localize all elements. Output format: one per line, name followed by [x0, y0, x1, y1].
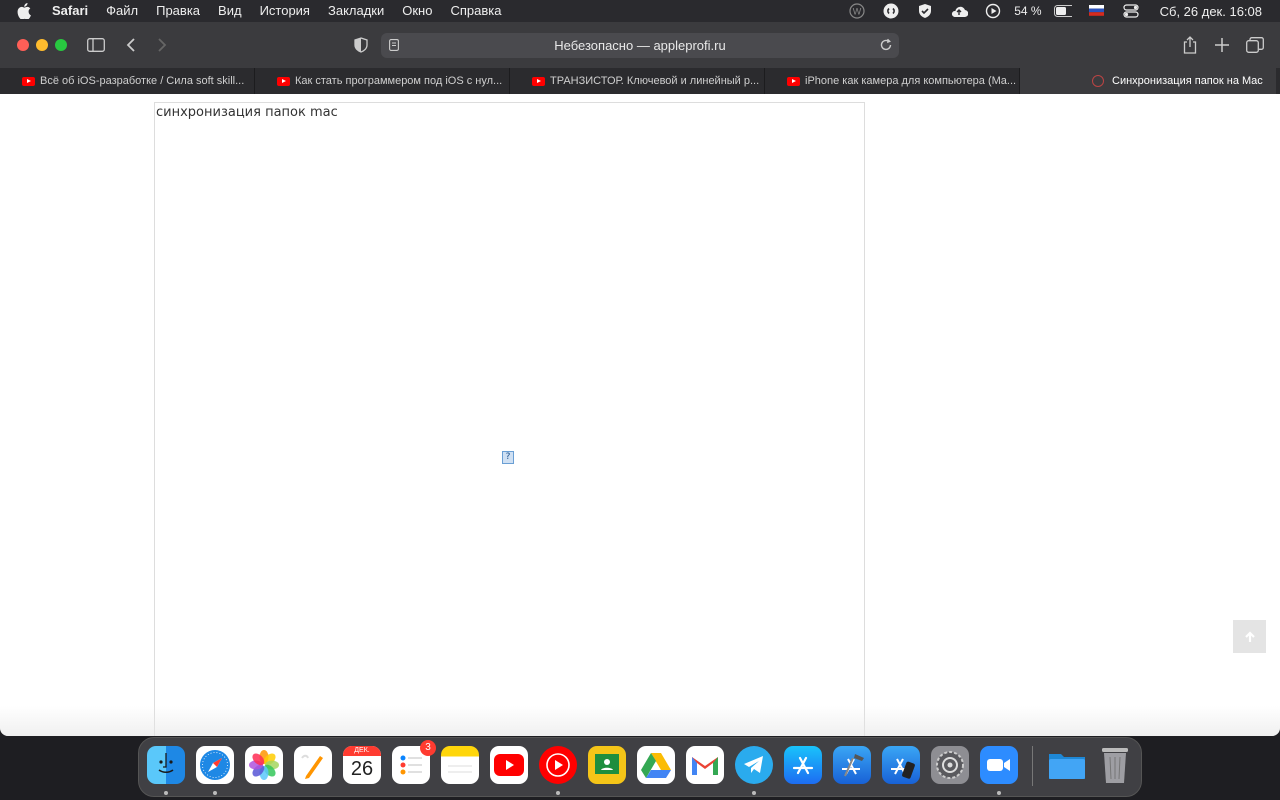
youtube-icon [22, 76, 35, 86]
running-indicator [752, 791, 756, 795]
calendar-day: 26 [350, 758, 374, 780]
tab-title: iPhone как камера для компьютера (Ma... [805, 75, 1017, 87]
menu-app-name[interactable]: Safari [43, 0, 97, 22]
trash-icon[interactable] [1096, 746, 1134, 784]
address-bar[interactable]: Небезопасно — appleprofi.ru [381, 33, 899, 58]
dock: ДЕК. 26 3 [138, 737, 1142, 797]
calendar-month: ДЕК. [343, 746, 381, 756]
running-indicator [213, 791, 217, 795]
app-store-icon[interactable] [784, 746, 822, 784]
youtube-icon [277, 76, 290, 86]
minimize-window-button[interactable] [36, 39, 48, 51]
tab-bar: Всё об iOS-разработке / Сила soft skill.… [0, 68, 1280, 94]
battery-icon[interactable] [1053, 3, 1072, 19]
notes-icon[interactable] [441, 746, 479, 784]
battery-percent: 54 % [1014, 4, 1042, 18]
tab-overview-icon[interactable] [1243, 34, 1267, 56]
w-icon[interactable]: W [848, 3, 866, 19]
control-center-icon[interactable] [1122, 3, 1140, 19]
youtube-app-icon[interactable] [490, 746, 528, 784]
xcode-icon[interactable] [833, 746, 871, 784]
pages-icon[interactable] [294, 746, 332, 784]
tab-title: Как стать программером под iOS с нул... [295, 75, 503, 87]
tab-1[interactable]: Всё об iOS-разработке / Сила soft skill.… [0, 68, 255, 94]
zoom-icon[interactable] [980, 746, 1018, 784]
arrow-up-icon [1244, 630, 1255, 642]
youtube-icon [787, 76, 800, 86]
bottom-shade [0, 706, 1280, 736]
tab-2[interactable]: Как стать программером под iOS с нул... [255, 68, 510, 94]
menu-bar: Safari Файл Правка Вид История Закладки … [0, 0, 1280, 22]
broken-image-icon: ? [502, 451, 514, 464]
photos-icon[interactable] [245, 746, 283, 784]
forward-icon[interactable] [150, 34, 174, 56]
tab-title: Синхронизация папок на Mac [1112, 75, 1263, 87]
menubar-clock[interactable]: Сб, 26 дек. 16:08 [1160, 4, 1262, 19]
calendar-icon[interactable]: ДЕК. 26 [343, 746, 381, 784]
youtube-icon [532, 76, 545, 86]
reminders-icon[interactable]: 3 [392, 740, 436, 784]
downloads-folder-icon[interactable] [1047, 746, 1085, 784]
page-settings-icon[interactable] [389, 39, 399, 54]
safari-toolbar: Небезопасно — appleprofi.ru [0, 22, 1280, 68]
svg-text:W: W [853, 7, 862, 17]
menu-view[interactable]: Вид [209, 0, 251, 22]
google-classroom-icon[interactable] [588, 746, 626, 784]
cloud-upload-icon[interactable] [950, 3, 969, 19]
menu-edit[interactable]: Правка [147, 0, 209, 22]
menu-help[interactable]: Справка [441, 0, 510, 22]
reload-icon[interactable] [879, 38, 893, 55]
flag-ru-icon[interactable] [1088, 3, 1106, 19]
tab-3[interactable]: ТРАНЗИСТОР. Ключевой и линейный р... [510, 68, 765, 94]
finder-icon[interactable] [147, 746, 185, 784]
web-content: синхронизация папок mac ? [0, 94, 1280, 736]
sidebar-toggle-icon[interactable] [84, 34, 108, 56]
address-text: Небезопасно — appleprofi.ru [554, 38, 726, 53]
running-indicator [164, 791, 168, 795]
simulator-icon[interactable] [882, 746, 920, 784]
tab-title: Всё об iOS-разработке / Сила soft skill.… [40, 75, 245, 87]
shazam-icon[interactable] [882, 3, 900, 19]
new-tab-icon[interactable] [1210, 34, 1234, 56]
menu-history[interactable]: История [251, 0, 319, 22]
system-preferences-icon[interactable] [931, 746, 969, 784]
site-favicon-icon [1092, 75, 1104, 87]
menu-file[interactable]: Файл [97, 0, 147, 22]
gmail-icon[interactable] [686, 746, 724, 784]
tab-4[interactable]: iPhone как камера для компьютера (Ma... [765, 68, 1020, 94]
tab-5-active[interactable]: Синхронизация папок на Mac [1020, 68, 1276, 94]
running-indicator [997, 791, 1001, 795]
tab-title: ТРАНЗИСТОР. Ключевой и линейный р... [550, 75, 760, 87]
youtube-music-icon[interactable] [539, 746, 577, 784]
page-heading: синхронизация папок mac [156, 105, 338, 120]
telegram-icon[interactable] [735, 746, 773, 784]
share-icon[interactable] [1178, 34, 1202, 56]
close-window-button[interactable] [17, 39, 29, 51]
back-icon[interactable] [119, 34, 143, 56]
scroll-to-top-button[interactable] [1233, 620, 1266, 653]
play-circle-icon[interactable] [984, 3, 1002, 19]
google-drive-icon[interactable] [637, 746, 675, 784]
zoom-window-button[interactable] [55, 39, 67, 51]
menu-bookmarks[interactable]: Закладки [319, 0, 393, 22]
page-container: синхронизация папок mac ? [154, 102, 865, 736]
safari-icon[interactable] [196, 746, 234, 784]
privacy-report-icon[interactable] [349, 34, 373, 56]
reminders-badge: 3 [420, 740, 436, 756]
menu-window[interactable]: Окно [393, 0, 441, 22]
dock-separator [1032, 746, 1033, 786]
apple-logo-icon[interactable] [17, 0, 33, 22]
status-area: W 54 % Сб, 26 дек. 16:08 [840, 0, 1280, 22]
shield-check-icon[interactable] [916, 3, 934, 19]
running-indicator [556, 791, 560, 795]
